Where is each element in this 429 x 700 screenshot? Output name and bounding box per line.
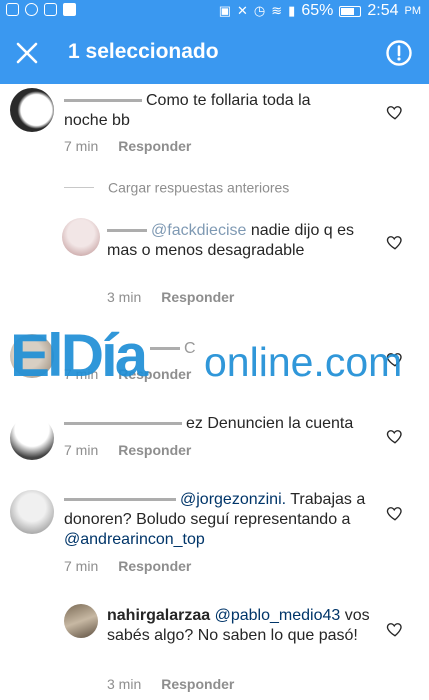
reply-button[interactable]: Responder [118,366,191,382]
contact-card-icon: ▣ [218,3,232,18]
like-heart-icon[interactable] [386,233,404,251]
close-icon [16,42,38,64]
alert-circle-icon [386,40,412,66]
comment-item[interactable]: @fackdiecise nadie dijo q es mas o menos… [0,212,429,312]
load-previous-replies-button[interactable]: Cargar respuestas anteriores [64,178,289,198]
divider [64,186,94,188]
comment-text: Como te follaria toda la noche bb [64,92,311,129]
comment-item[interactable]: Como te follaria toda la noche bb 7 min R… [0,84,429,174]
selection-count-title: 1 seleccionado [68,40,219,63]
comment-text: @fackdiecise nadie dijo q es mas o menos… [107,222,355,259]
comment-meta: 7 min Responder [64,558,191,574]
clock: 2:54 [367,2,399,19]
avatar[interactable] [64,604,98,638]
alarm-icon: ◷ [253,3,266,18]
comment-username[interactable]: nahirgalarzaa [107,607,210,624]
battery-percent: 65% [301,2,334,19]
facebook-icon [63,3,76,16]
comment-time: 7 min [64,366,99,382]
clock-ampm: PM [404,5,422,17]
comment-time: 3 min [107,676,142,692]
reply-button[interactable]: Responder [118,138,191,154]
comment-text: ez Denuncien la cuenta [64,414,364,434]
status-bar: ▣ ✕ ◷ ≋ ▮ 65% 2:54 PM [0,0,429,22]
close-selection-button[interactable] [12,38,42,68]
comment-time: 7 min [64,138,99,154]
comment-text: C [150,339,196,359]
comment-meta: 7 min Responder [64,442,191,458]
notification-icons [6,3,76,16]
wifi-icon: ≋ [271,3,283,18]
report-button[interactable] [385,39,413,67]
comment-time: 7 min [64,442,99,458]
comment-meta: 3 min Responder [107,676,234,692]
signal-icon: ▮ [288,3,296,18]
like-heart-icon[interactable] [386,350,404,368]
avatar[interactable] [10,88,54,132]
like-heart-icon[interactable] [386,103,404,121]
like-heart-icon[interactable] [386,427,404,445]
comment-item[interactable]: @jorgezonzini. Trabajas a donoren? Bolud… [0,480,429,590]
avatar[interactable] [10,416,54,460]
comment-meta: 3 min Responder [107,289,234,305]
avatar[interactable] [62,218,100,256]
avatar[interactable] [10,334,54,378]
comment-item[interactable]: ez Denuncien la cuenta 7 min Responder [0,404,429,468]
comment-time: 7 min [64,558,99,574]
reply-button[interactable]: Responder [161,676,234,692]
comment-text: @jorgezonzini. Trabajas a donoren? Bolud… [64,491,366,548]
whatsapp-icon [25,3,38,16]
reply-button[interactable]: Responder [118,558,191,574]
avatar[interactable] [10,490,54,534]
selection-app-bar: 1 seleccionado [0,22,429,84]
reply-button[interactable]: Responder [161,289,234,305]
mute-icon: ✕ [237,3,248,18]
comment-meta: 7 min Responder [64,138,191,154]
comment-meta: 7 min Responder [64,366,191,382]
like-heart-icon[interactable] [386,504,404,522]
comment-item[interactable]: C 7 min Responder [0,330,429,386]
comment-time: 3 min [107,289,142,305]
system-icons: ▣ ✕ ◷ ≋ ▮ 65% 2:54 PM [219,2,421,20]
mail-icon [44,3,57,16]
battery-icon [339,5,362,17]
comment-text: nahirgalarzaa @pablo_medio43 vos sabés a… [107,607,370,644]
reply-button[interactable]: Responder [118,442,191,458]
message-icon [6,3,19,16]
comment-item[interactable]: nahirgalarzaa @pablo_medio43 vos sabés a… [0,598,429,698]
like-heart-icon[interactable] [386,620,404,638]
